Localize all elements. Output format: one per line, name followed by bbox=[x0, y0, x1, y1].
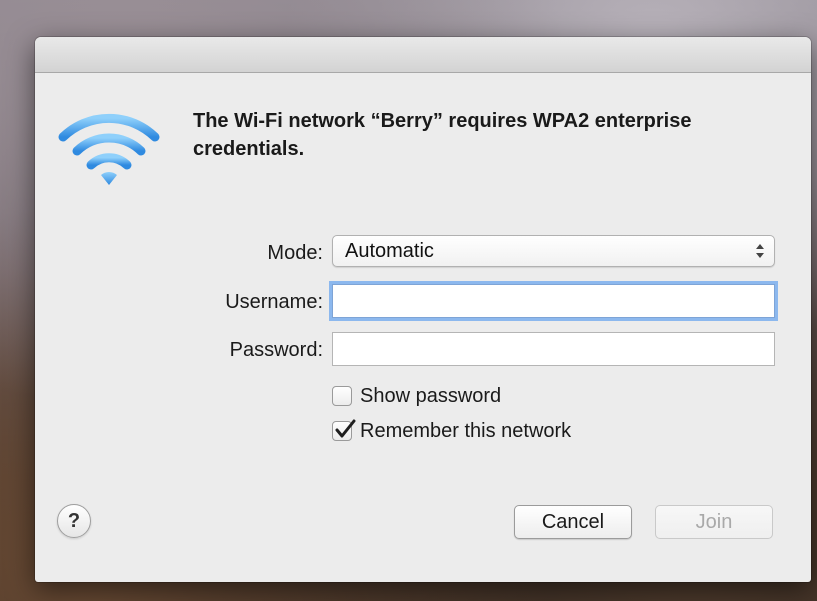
help-button[interactable]: ? bbox=[57, 504, 91, 538]
wifi-credentials-dialog: The Wi-Fi network “Berry” requires WPA2 … bbox=[35, 37, 811, 582]
remember-network-label: Remember this network bbox=[360, 419, 572, 442]
mode-select-value: Automatic bbox=[345, 240, 434, 262]
mode-label: Mode: bbox=[267, 242, 323, 264]
password-label: Password: bbox=[229, 339, 323, 361]
wifi-icon bbox=[57, 107, 161, 195]
dialog-titlebar bbox=[35, 37, 811, 73]
password-row: Password: bbox=[35, 332, 811, 368]
username-label: Username: bbox=[225, 291, 323, 313]
username-input[interactable] bbox=[332, 284, 775, 318]
dialog-message: The Wi-Fi network “Berry” requires WPA2 … bbox=[193, 110, 692, 160]
join-button[interactable]: Join bbox=[655, 505, 773, 539]
show-password-checkbox[interactable] bbox=[332, 386, 352, 406]
mode-select[interactable]: Automatic bbox=[332, 235, 775, 267]
show-password-label: Show password bbox=[360, 384, 502, 407]
username-row: Username: bbox=[35, 284, 811, 320]
remember-network-checkbox[interactable] bbox=[332, 419, 356, 441]
password-input[interactable] bbox=[332, 332, 775, 366]
show-password-checkbox-row[interactable]: Show password bbox=[332, 382, 501, 410]
remember-network-checkbox-row[interactable]: Remember this network bbox=[332, 417, 571, 445]
checkmark-icon bbox=[335, 419, 356, 438]
updown-arrows-icon bbox=[756, 243, 764, 259]
cancel-button[interactable]: Cancel bbox=[514, 505, 632, 539]
mode-row: Mode: Automatic bbox=[35, 235, 811, 271]
